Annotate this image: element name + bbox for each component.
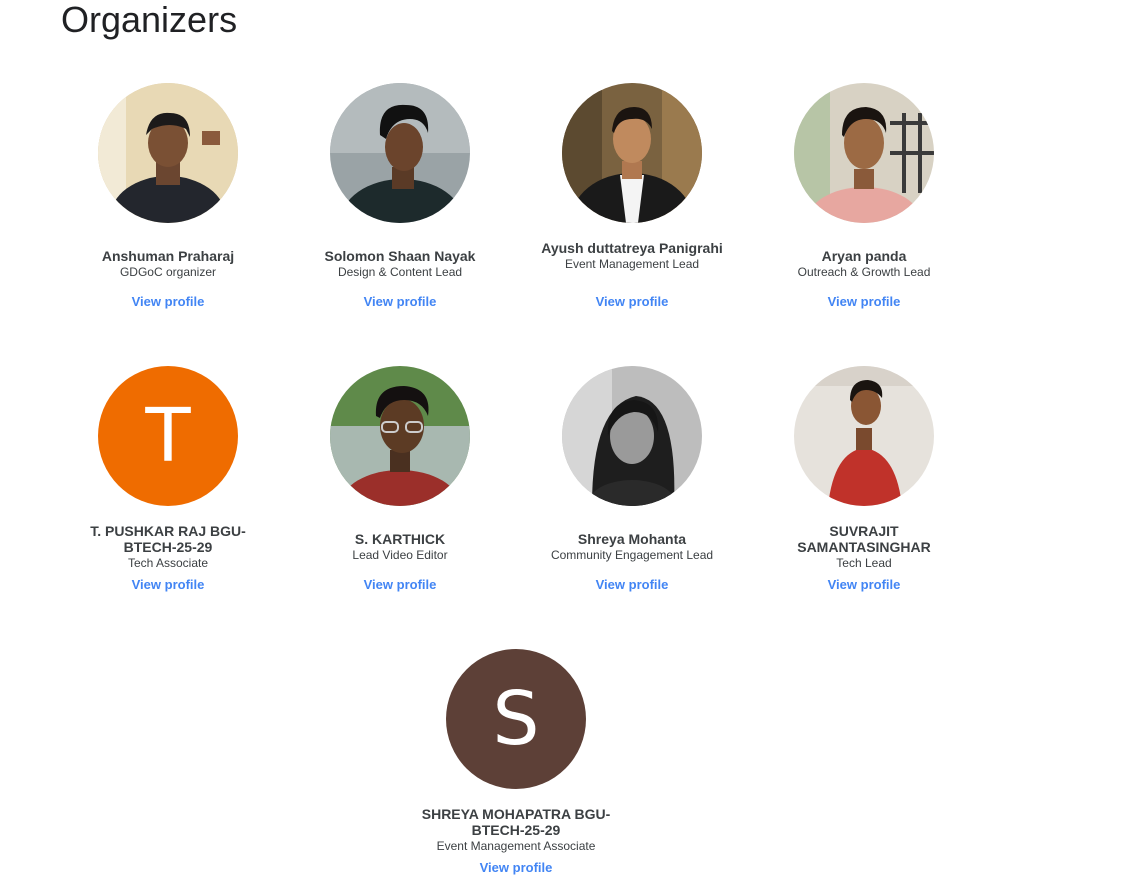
organizer-photo[interactable] [794,83,934,223]
organizer-role: Tech Lead [836,556,892,570]
view-profile-link[interactable]: View profile [68,577,268,593]
organizer-photo[interactable] [330,366,470,506]
organizer-info: S. KARTHICK Lead Video Editor [300,531,500,563]
view-profile-link[interactable]: View profile [764,294,964,310]
organizer-info: Solomon Shaan Nayak Design & Content Lea… [300,248,500,280]
organizer-card: Anshuman Praharaj GDGoC organizer View p… [68,83,268,309]
view-profile-link[interactable]: View profile [416,860,616,876]
view-profile-link[interactable]: View profile [532,294,732,310]
page-title: Organizers [61,0,238,40]
organizer-name: Solomon Shaan Nayak [324,248,476,264]
organizer-card: Solomon Shaan Nayak Design & Content Lea… [300,83,500,309]
organizer-name: S. KARTHICK [354,531,446,547]
organizer-avatar[interactable]: S [446,649,586,789]
organizer-photo[interactable] [330,83,470,223]
organizer-role: Lead Video Editor [352,548,448,562]
view-profile-link[interactable]: View profile [300,294,500,310]
view-profile-link[interactable]: View profile [300,577,500,593]
organizer-role: Tech Associate [127,556,209,570]
organizer-role: Event Management Lead [564,257,700,271]
organizer-card: Ayush duttatreya Panigrahi Event Managem… [532,83,732,309]
organizer-role: Community Engagement Lead [550,548,714,562]
organizer-info: Anshuman Praharaj GDGoC organizer [68,248,268,280]
organizer-name: SUVRAJIT SAMANTASINGHAR [797,523,931,555]
organizer-photo[interactable] [562,366,702,506]
view-profile-link[interactable]: View profile [532,577,732,593]
organizer-info: SHREYA MOHAPATRA BGU-BTECH-25-29 Event M… [416,806,616,854]
organizer-card: T T. PUSHKAR RAJ BGU-BTECH-25-29 Tech As… [68,366,268,592]
organizer-photo[interactable] [562,83,702,223]
organizer-name: Anshuman Praharaj [101,248,235,264]
view-profile-link[interactable]: View profile [68,294,268,310]
organizer-card: S SHREYA MOHAPATRA BGU-BTECH-25-29 Event… [416,649,616,875]
organizer-role: GDGoC organizer [119,265,217,279]
organizer-name: Shreya Mohanta [577,531,687,547]
organizer-role: Design & Content Lead [337,265,463,279]
organizer-card: S. KARTHICK Lead Video Editor View profi… [300,366,500,592]
avatar-initial: S [492,676,540,762]
organizer-name: T. PUSHKAR RAJ BGU-BTECH-25-29 [90,523,246,555]
organizers-page: Organizers Anshuman Praharaj GDGoC organ… [0,0,1129,888]
organizer-info: SUVRAJIT SAMANTASINGHAR Tech Lead [764,523,964,571]
organizer-photo[interactable] [794,366,934,506]
organizer-info: Ayush duttatreya Panigrahi Event Managem… [532,240,732,272]
organizer-card: Shreya Mohanta Community Engagement Lead… [532,366,732,592]
view-profile-link[interactable]: View profile [764,577,964,593]
organizer-card: SUVRAJIT SAMANTASINGHAR Tech Lead View p… [764,366,964,592]
organizer-name: SHREYA MOHAPATRA BGU-BTECH-25-29 [421,806,611,838]
organizer-avatar[interactable]: T [98,366,238,506]
organizer-role: Outreach & Growth Lead [797,265,931,279]
organizer-name: Ayush duttatreya Panigrahi [541,240,723,256]
organizer-role: Event Management Associate [436,839,596,853]
organizer-photo[interactable] [98,83,238,223]
organizer-card: Aryan panda Outreach & Growth Lead View … [764,83,964,309]
organizer-info: T. PUSHKAR RAJ BGU-BTECH-25-29 Tech Asso… [68,523,268,571]
organizer-info: Aryan panda Outreach & Growth Lead [764,248,964,280]
organizer-name: Aryan panda [821,248,907,264]
avatar-initial: T [145,393,191,479]
organizer-info: Shreya Mohanta Community Engagement Lead [532,531,732,563]
